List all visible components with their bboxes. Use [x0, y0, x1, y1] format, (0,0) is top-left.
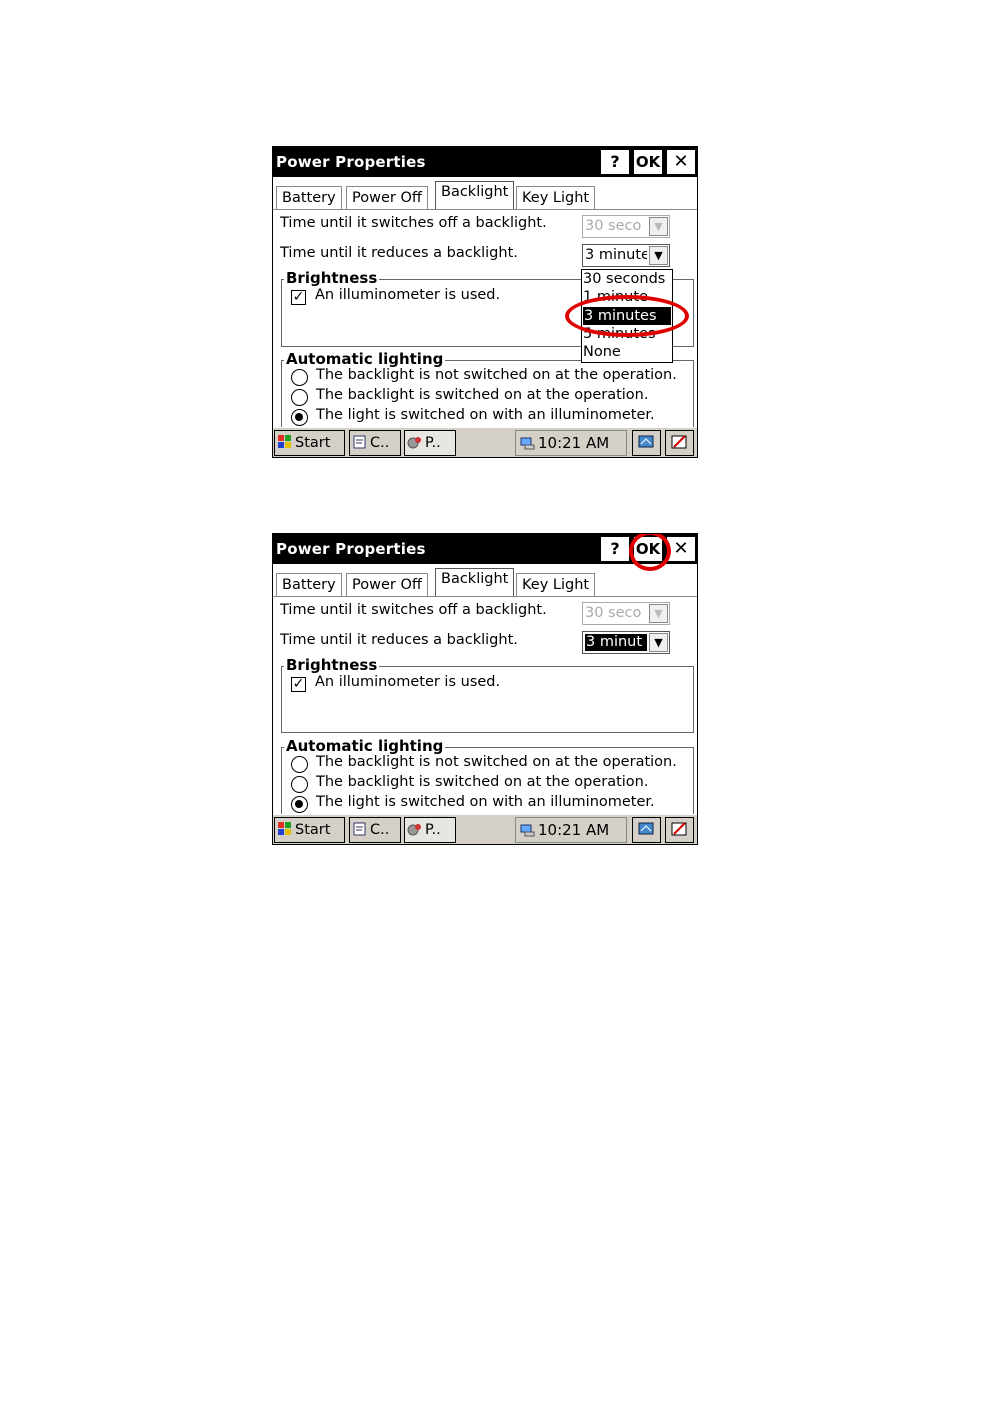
switch-off-label: Time until it switches off a backlight. [280, 602, 547, 618]
switch-off-label: Time until it switches off a backlight. [280, 215, 547, 231]
tab-power-off[interactable]: Power Off [346, 186, 428, 209]
clock-area[interactable]: 10:21 AM [515, 430, 627, 456]
input-panel-button[interactable] [665, 817, 694, 843]
reduce-combo[interactable]: 3 minute ▼ [582, 244, 670, 267]
option-not-switched: The backlight is not switched on at the … [316, 367, 677, 383]
clock-area[interactable]: 10:21 AM [515, 817, 627, 843]
reduce-value: 3 minut [585, 634, 647, 651]
control-panel-icon [353, 435, 366, 449]
brightness-title: Brightness [284, 269, 380, 287]
desktop-button[interactable] [632, 430, 661, 456]
taskbar-task-control-panel[interactable]: C.. [349, 430, 401, 456]
help-button[interactable]: ? [601, 150, 629, 174]
dropdown-option[interactable]: 30 seconds [583, 270, 665, 288]
start-button[interactable]: Start [274, 430, 345, 456]
taskbar: Start C.. P.. 10:21 AM [273, 427, 697, 457]
reduce-combo[interactable]: 3 minut ▼ [582, 631, 670, 654]
chevron-down-icon: ▼ [649, 217, 668, 236]
highlight-circle-ok [629, 534, 671, 571]
start-label: Start [295, 822, 331, 838]
help-button[interactable]: ? [601, 537, 629, 561]
taskbar-task-control-panel[interactable]: C.. [349, 817, 401, 843]
illuminometer-label: An illuminometer is used. [315, 287, 501, 303]
radio-not-switched[interactable] [291, 369, 308, 386]
task1-label: C.. [370, 822, 390, 838]
desktop-button[interactable] [632, 817, 661, 843]
option-switched: The backlight is switched on at the oper… [316, 387, 649, 403]
taskbar: Start C.. P.. 10:21 AM [273, 814, 697, 844]
title-bar: Power Properties ? OK ✕ [273, 147, 697, 177]
brightness-title: Brightness [284, 656, 380, 674]
screenshot-press-ok: Power Properties ? OK ✕ Battery Power Of… [272, 533, 698, 845]
start-button[interactable]: Start [274, 817, 345, 843]
switch-off-combo: 30 seco ▼ [582, 215, 670, 238]
clock-time: 10:21 AM [538, 821, 610, 839]
brightness-group: Brightness ✓ An illuminometer is used. [281, 656, 694, 733]
tab-backlight[interactable]: Backlight [435, 181, 515, 210]
option-illuminometer: The light is switched on with an illumin… [316, 407, 655, 423]
tab-divider [273, 209, 697, 210]
desktop-icon [638, 822, 654, 835]
power-properties-icon [407, 437, 421, 449]
switch-off-value: 30 seco [585, 218, 642, 234]
network-icon [520, 824, 535, 837]
task1-label: C.. [370, 435, 390, 451]
reduce-label: Time until it reduces a backlight. [280, 632, 518, 648]
input-panel-icon [671, 435, 687, 449]
ok-button[interactable]: OK [634, 150, 662, 174]
taskbar-task-power[interactable]: P.. [404, 430, 456, 456]
illuminometer-label: An illuminometer is used. [315, 674, 501, 690]
input-panel-icon [671, 822, 687, 836]
tab-divider [273, 596, 697, 597]
switch-off-combo: 30 seco ▼ [582, 602, 670, 625]
windows-flag-icon [278, 435, 291, 448]
power-properties-icon [407, 824, 421, 836]
taskbar-task-power[interactable]: P.. [404, 817, 456, 843]
chevron-down-icon[interactable]: ▼ [649, 246, 668, 265]
illuminometer-checkbox[interactable]: ✓ [291, 677, 306, 692]
dropdown-option[interactable]: None [583, 343, 621, 361]
input-panel-button[interactable] [665, 430, 694, 456]
option-not-switched: The backlight is not switched on at the … [316, 754, 677, 770]
tab-backlight[interactable]: Backlight [435, 568, 515, 597]
illuminometer-checkbox[interactable]: ✓ [291, 290, 306, 305]
close-button[interactable]: ✕ [667, 150, 695, 174]
switch-off-value: 30 seco [585, 605, 642, 621]
radio-switched[interactable] [291, 389, 308, 406]
auto-lighting-group: Automatic lighting The backlight is not … [281, 350, 694, 430]
task2-label: P.. [425, 435, 441, 451]
desktop-icon [638, 435, 654, 448]
start-label: Start [295, 435, 331, 451]
task2-label: P.. [425, 822, 441, 838]
reduce-value: 3 minute [585, 247, 647, 263]
tab-battery[interactable]: Battery [276, 186, 342, 209]
tab-power-off[interactable]: Power Off [346, 573, 428, 596]
chevron-down-icon: ▼ [649, 604, 668, 623]
radio-illuminometer[interactable] [291, 796, 308, 813]
close-button[interactable]: ✕ [667, 537, 695, 561]
highlight-ellipse [565, 295, 689, 337]
clock-time: 10:21 AM [538, 434, 610, 452]
tab-key-light[interactable]: Key Light [516, 573, 596, 596]
chevron-down-icon[interactable]: ▼ [649, 633, 668, 652]
network-icon [520, 437, 535, 450]
window-title: Power Properties [276, 153, 426, 171]
auto-lighting-title: Automatic lighting [284, 737, 446, 755]
radio-illuminometer[interactable] [291, 409, 308, 426]
option-switched: The backlight is switched on at the oper… [316, 774, 649, 790]
tab-key-light[interactable]: Key Light [516, 186, 596, 209]
windows-flag-icon [278, 822, 291, 835]
auto-lighting-title: Automatic lighting [284, 350, 446, 368]
radio-not-switched[interactable] [291, 756, 308, 773]
auto-lighting-group: Automatic lighting The backlight is not … [281, 737, 694, 817]
window-title: Power Properties [276, 540, 426, 558]
screenshot-dropdown-open: Power Properties ? OK ✕ Battery Power Of… [272, 146, 698, 458]
option-illuminometer: The light is switched on with an illumin… [316, 794, 655, 810]
radio-switched[interactable] [291, 776, 308, 793]
reduce-label: Time until it reduces a backlight. [280, 245, 518, 261]
tab-battery[interactable]: Battery [276, 573, 342, 596]
control-panel-icon [353, 822, 366, 836]
